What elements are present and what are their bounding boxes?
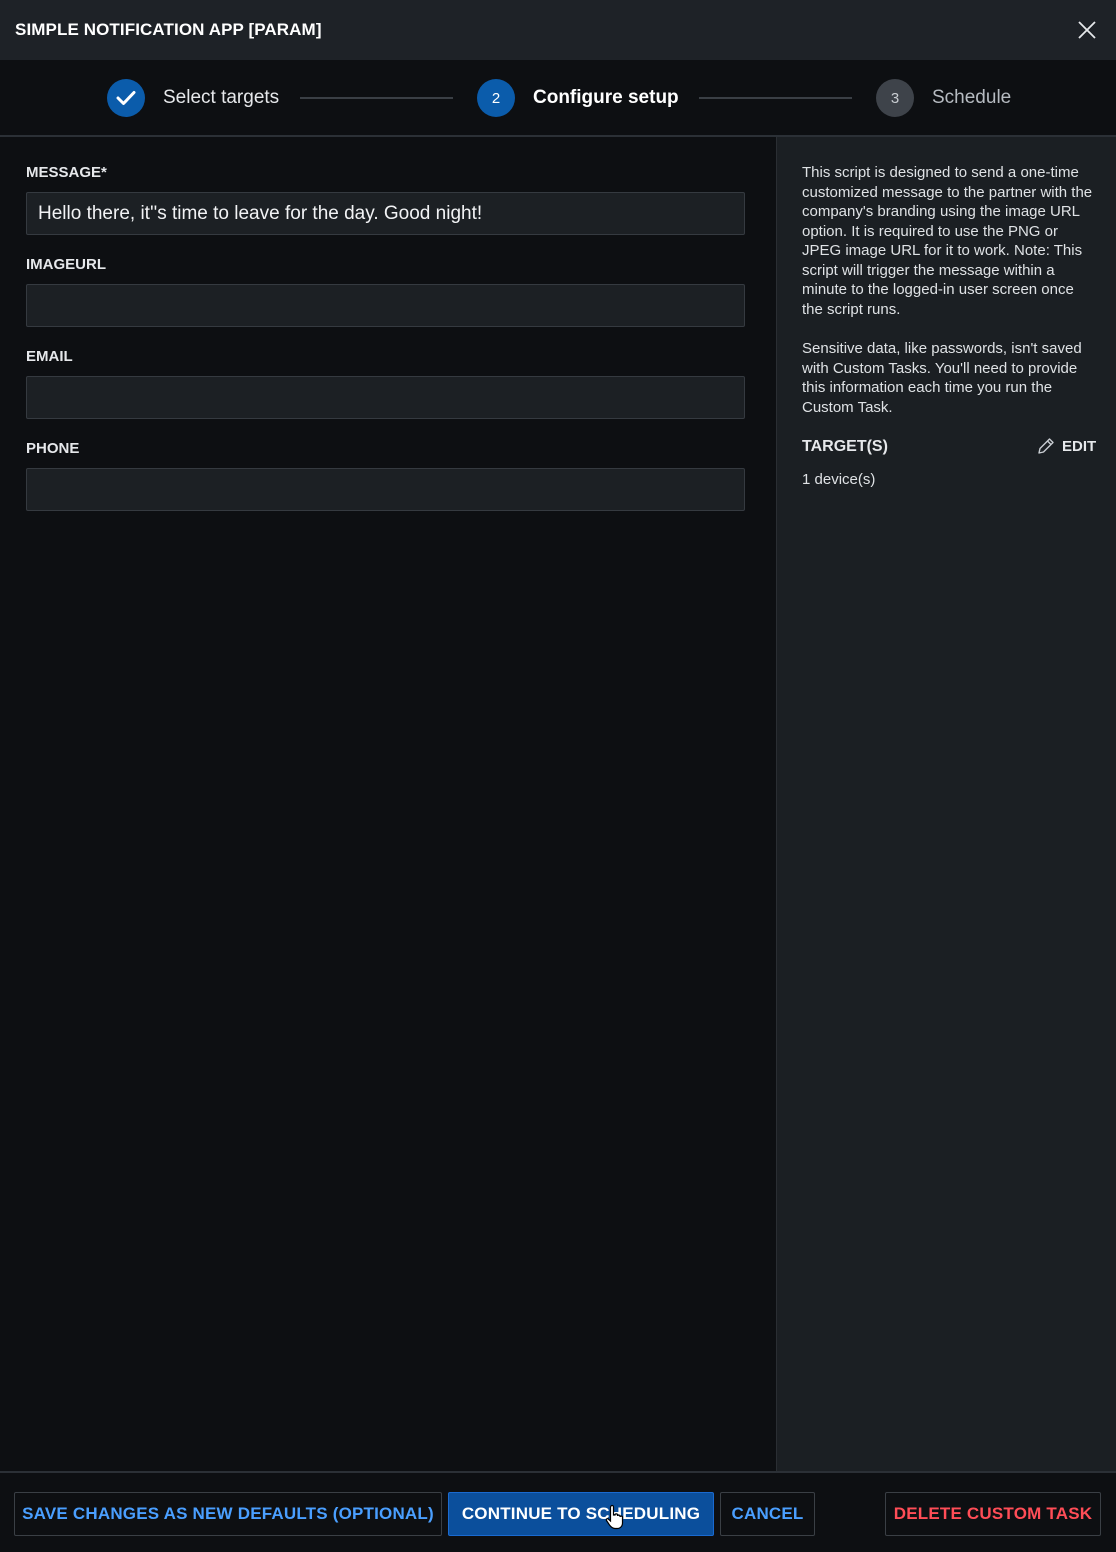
description-text: This script is designed to send a one-ti… [802,164,1093,318]
imageurl-label: IMAGEURL [26,256,106,273]
wizard-stepper: Select targets 2 Configure setup 3 Sched… [0,60,1116,137]
step-connector-1 [300,97,453,99]
phone-input[interactable] [26,468,745,511]
email-input[interactable] [26,376,745,419]
targets-count: 1 device(s) [802,471,876,488]
form-panel: MESSAGE* IMAGEURL EMAIL PHONE [0,137,776,1471]
targets-heading: TARGET(S) [802,438,888,455]
message-input[interactable] [26,192,745,235]
checkmark-icon [116,91,136,105]
close-button[interactable] [1074,17,1100,43]
cancel-button[interactable]: CANCEL [720,1492,815,1536]
step-connector-2 [699,97,852,99]
continue-to-scheduling-button[interactable]: CONTINUE TO SCHEDULING [448,1492,714,1536]
save-defaults-button[interactable]: SAVE CHANGES AS NEW DEFAULTS (OPTIONAL) [14,1492,442,1536]
step-2-label: Configure setup [533,87,679,108]
title-bar: SIMPLE NOTIFICATION APP [PARAM] [0,0,1116,60]
email-label: EMAIL [26,348,73,365]
message-label: MESSAGE* [26,164,107,181]
info-sidebar: This script is designed to send a one-ti… [776,137,1116,1471]
step-configure-setup[interactable]: 2 Configure setup [477,79,679,117]
step-2-circle: 2 [477,79,515,117]
close-icon [1078,21,1096,39]
script-description: This script is designed to send a one-ti… [802,163,1098,437]
imageurl-input[interactable] [26,284,745,327]
pencil-icon [1038,438,1054,454]
step-3-circle: 3 [876,79,914,117]
footer-bar: SAVE CHANGES AS NEW DEFAULTS (OPTIONAL) … [0,1471,1116,1552]
step-3-label: Schedule [932,87,1012,108]
step-1-label: Select targets [163,87,280,108]
phone-label: PHONE [26,440,80,457]
step-select-targets[interactable]: Select targets [107,79,279,117]
window-title: SIMPLE NOTIFICATION APP [PARAM] [15,20,322,39]
delete-custom-task-button[interactable]: DELETE CUSTOM TASK [885,1492,1101,1536]
step-schedule[interactable]: 3 Schedule [876,79,1011,117]
edit-label: EDIT [1062,437,1097,455]
edit-targets-button[interactable]: EDIT [1036,436,1096,456]
sensitive-data-note: Sensitive data, like passwords, isn't sa… [802,340,1082,416]
step-1-circle [107,79,145,117]
